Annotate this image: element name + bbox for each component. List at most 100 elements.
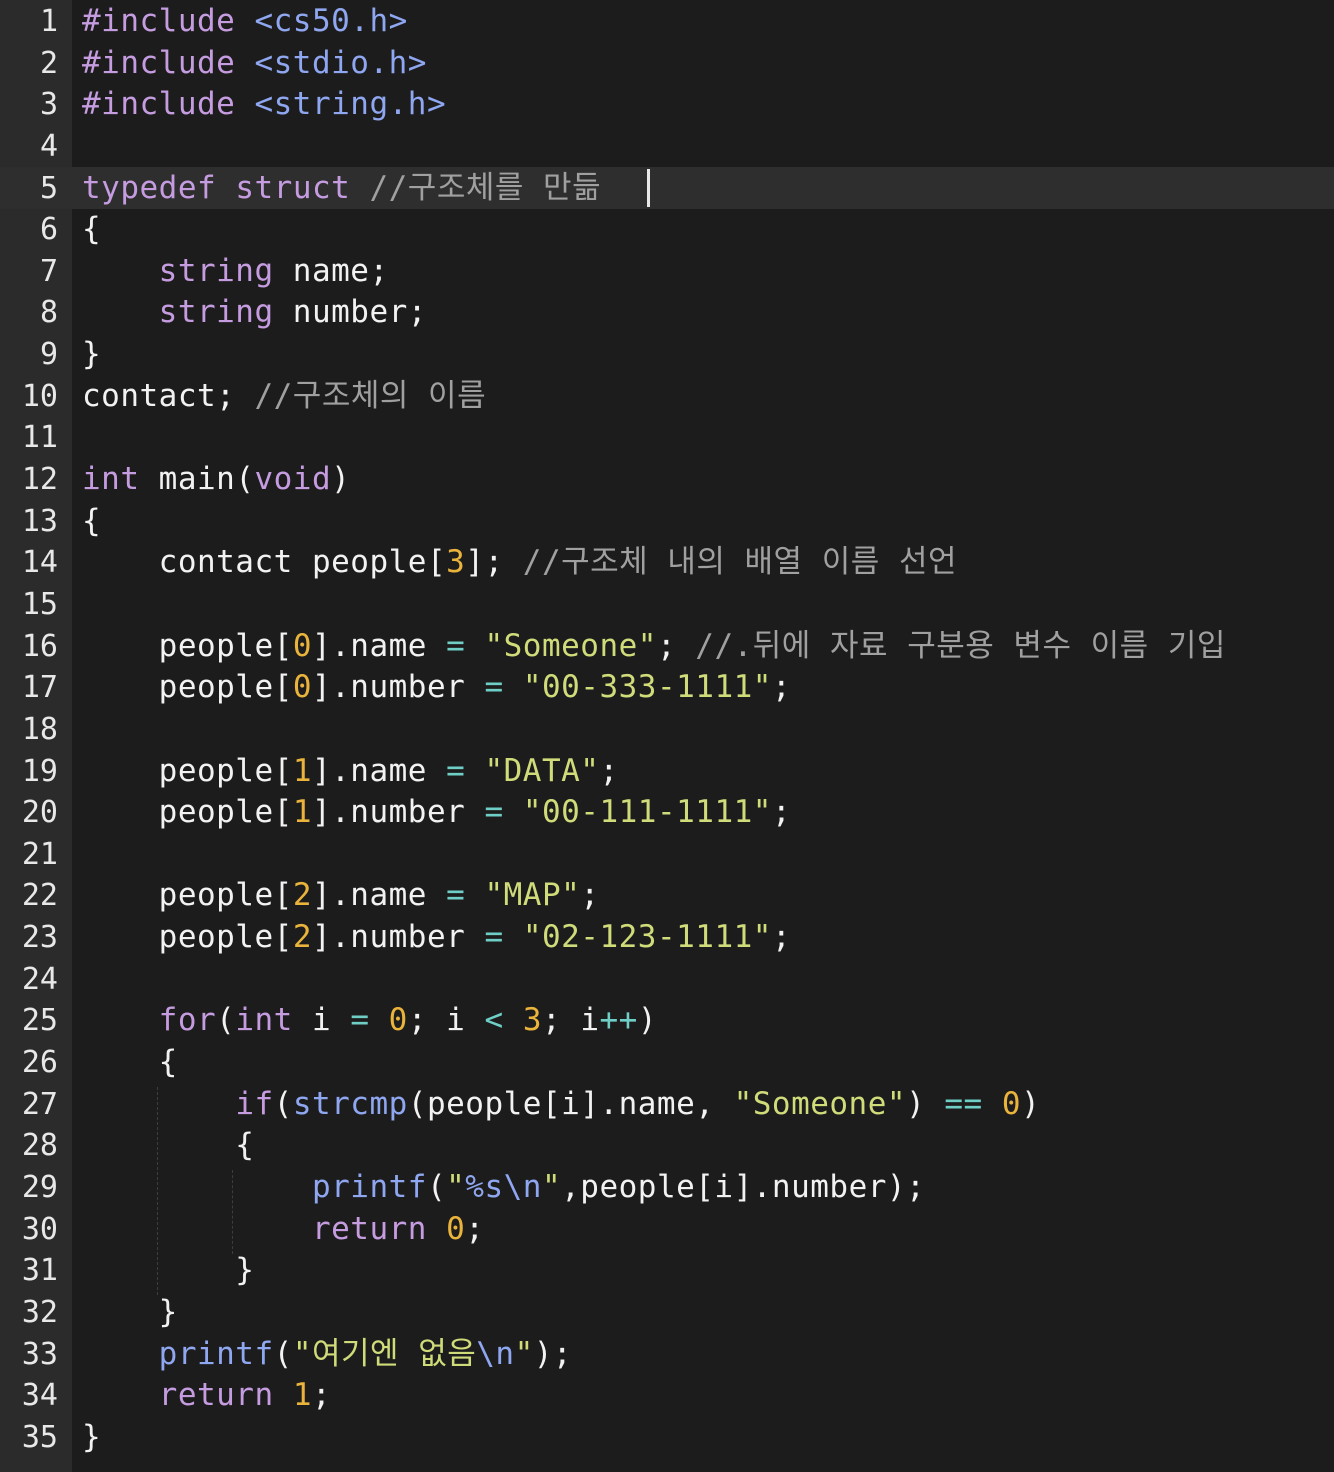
- code-token: 0: [292, 627, 312, 664]
- code-line[interactable]: 1 #include <cs50.h>: [0, 1, 1334, 43]
- code-line[interactable]: 33 printf("여기엔 없음\n");: [0, 1334, 1334, 1376]
- code-token: #include: [82, 3, 236, 39]
- code-line[interactable]: 29 printf("%s\n",people[i].number);: [0, 1167, 1334, 1209]
- code-token: people[: [82, 669, 293, 706]
- line-code: {: [82, 1042, 178, 1084]
- code-token: "Someone": [484, 627, 657, 664]
- line-number: 5: [39, 170, 58, 206]
- code-line[interactable]: 5 typedef struct //구조체를 만듦: [0, 168, 1334, 210]
- code-line[interactable]: 23 people[2].number = "02-123-1111";: [0, 917, 1334, 959]
- code-line[interactable]: 11: [0, 417, 1334, 459]
- code-line[interactable]: 26 {: [0, 1042, 1334, 1084]
- line-number: 4: [39, 128, 58, 164]
- code-token: =: [446, 877, 466, 914]
- code-line[interactable]: 15: [0, 584, 1334, 626]
- code-line[interactable]: 14 contact people[3]; //구조체 내의 배열 이름 선언: [0, 542, 1334, 584]
- code-token: ": [446, 1168, 466, 1205]
- code-token: "DATA": [484, 752, 600, 789]
- code-line[interactable]: 13 {: [0, 501, 1334, 543]
- line-number: 18: [21, 711, 58, 747]
- code-line[interactable]: 27 if(strcmp(people[i].name, "Someone") …: [0, 1084, 1334, 1126]
- line-number: 15: [21, 586, 58, 622]
- code-token: %s\n: [465, 1168, 542, 1205]
- code-token: //구조체의 이름: [254, 377, 487, 414]
- code-line[interactable]: 21: [0, 834, 1334, 876]
- line-number: 21: [21, 836, 58, 872]
- code-line[interactable]: 31 }: [0, 1250, 1334, 1292]
- code-token: ": [541, 1168, 562, 1205]
- code-token: contact people[: [82, 544, 447, 581]
- line-code: people[1].number = "00-111-1111";: [82, 792, 791, 834]
- line-number: 29: [21, 1169, 58, 1205]
- line-number: 33: [21, 1336, 58, 1372]
- line-number: 35: [21, 1419, 58, 1455]
- code-token: i: [292, 1002, 351, 1039]
- line-number: 3: [39, 87, 58, 123]
- code-line[interactable]: 7 string name;: [0, 251, 1334, 293]
- code-line[interactable]: 32 }: [0, 1292, 1334, 1334]
- code-line[interactable]: 22 people[2].name = "MAP";: [0, 875, 1334, 917]
- code-line[interactable]: 6{: [0, 209, 1334, 251]
- line-number: 14: [21, 545, 58, 581]
- code-line[interactable]: 19 people[1].name = "DATA";: [0, 751, 1334, 793]
- code-line[interactable]: 35}: [0, 1417, 1334, 1459]
- code-editor[interactable]: 1 #include <cs50.h> 2 #include <stdio.h> 3 #i…: [0, 0, 1334, 1472]
- code-line[interactable]: 3 #include <string.h>: [0, 84, 1334, 126]
- line-code: people[0].name = "Someone"; //.뒤에 자료 구분용…: [82, 626, 1226, 668]
- code-token: 2: [292, 877, 312, 914]
- line-code: }: [82, 1250, 254, 1292]
- code-token: "00-111-1111": [522, 794, 772, 831]
- code-token: //구조체 내의 배열 이름 선언: [522, 544, 957, 581]
- code-token: =: [350, 1002, 370, 1039]
- line-number: 1: [39, 4, 58, 39]
- code-line[interactable]: 20 people[1].number = "00-111-1111";: [0, 792, 1334, 834]
- code-token: int: [82, 461, 140, 498]
- code-token: ): [637, 1002, 658, 1039]
- line-number: 9: [39, 337, 58, 373]
- line-code: contact people[3]; //구조체 내의 배열 이름 선언: [82, 542, 957, 584]
- code-line[interactable]: 12 int main(void): [0, 459, 1334, 501]
- code-token: int: [235, 1002, 293, 1039]
- code-line[interactable]: 10 contact; //구조체의 이름: [0, 376, 1334, 418]
- code-token: ].name: [311, 627, 447, 664]
- code-line[interactable]: 2 #include <stdio.h>: [0, 43, 1334, 85]
- line-number: 30: [21, 1211, 58, 1247]
- line-code: people[0].number = "00-333-1111";: [82, 667, 791, 709]
- line-number: 27: [21, 1086, 58, 1122]
- code-token: printf: [158, 1335, 274, 1372]
- code-token: ;: [771, 794, 792, 831]
- code-token: ;: [311, 1377, 332, 1414]
- code-token: =: [484, 919, 504, 956]
- code-token: people[: [82, 919, 293, 956]
- code-token: "Someone": [733, 1085, 907, 1122]
- code-line[interactable]: 4: [0, 126, 1334, 168]
- line-code: #include <cs50.h>: [82, 1, 408, 43]
- line-code: for(int i = 0; i < 3; i++): [82, 1000, 657, 1042]
- code-line[interactable]: 28 {: [0, 1125, 1334, 1167]
- code-token: ==: [944, 1085, 983, 1122]
- code-line[interactable]: 9}: [0, 334, 1334, 376]
- code-line[interactable]: 16 people[0].name = "Someone"; //.뒤에 자료 …: [0, 626, 1334, 668]
- code-line[interactable]: 25 for(int i = 0; i < 3; i++): [0, 1000, 1334, 1042]
- code-token: {: [82, 211, 102, 248]
- code-token: strcmp: [292, 1085, 408, 1122]
- code-line[interactable]: 8 string number;: [0, 292, 1334, 334]
- code-token: main(: [139, 461, 255, 498]
- code-token: people[: [82, 794, 293, 831]
- code-line[interactable]: 17 people[0].number = "00-333-1111";: [0, 667, 1334, 709]
- line-number: 22: [21, 878, 58, 914]
- code-line[interactable]: 18: [0, 709, 1334, 751]
- code-line[interactable]: 24: [0, 959, 1334, 1001]
- line-code: }: [82, 1292, 178, 1334]
- code-line[interactable]: 34 return 1;: [0, 1375, 1334, 1417]
- code-line[interactable]: 30 return 0;: [0, 1209, 1334, 1251]
- line-number: 24: [21, 961, 58, 997]
- line-code: string number;: [82, 292, 427, 334]
